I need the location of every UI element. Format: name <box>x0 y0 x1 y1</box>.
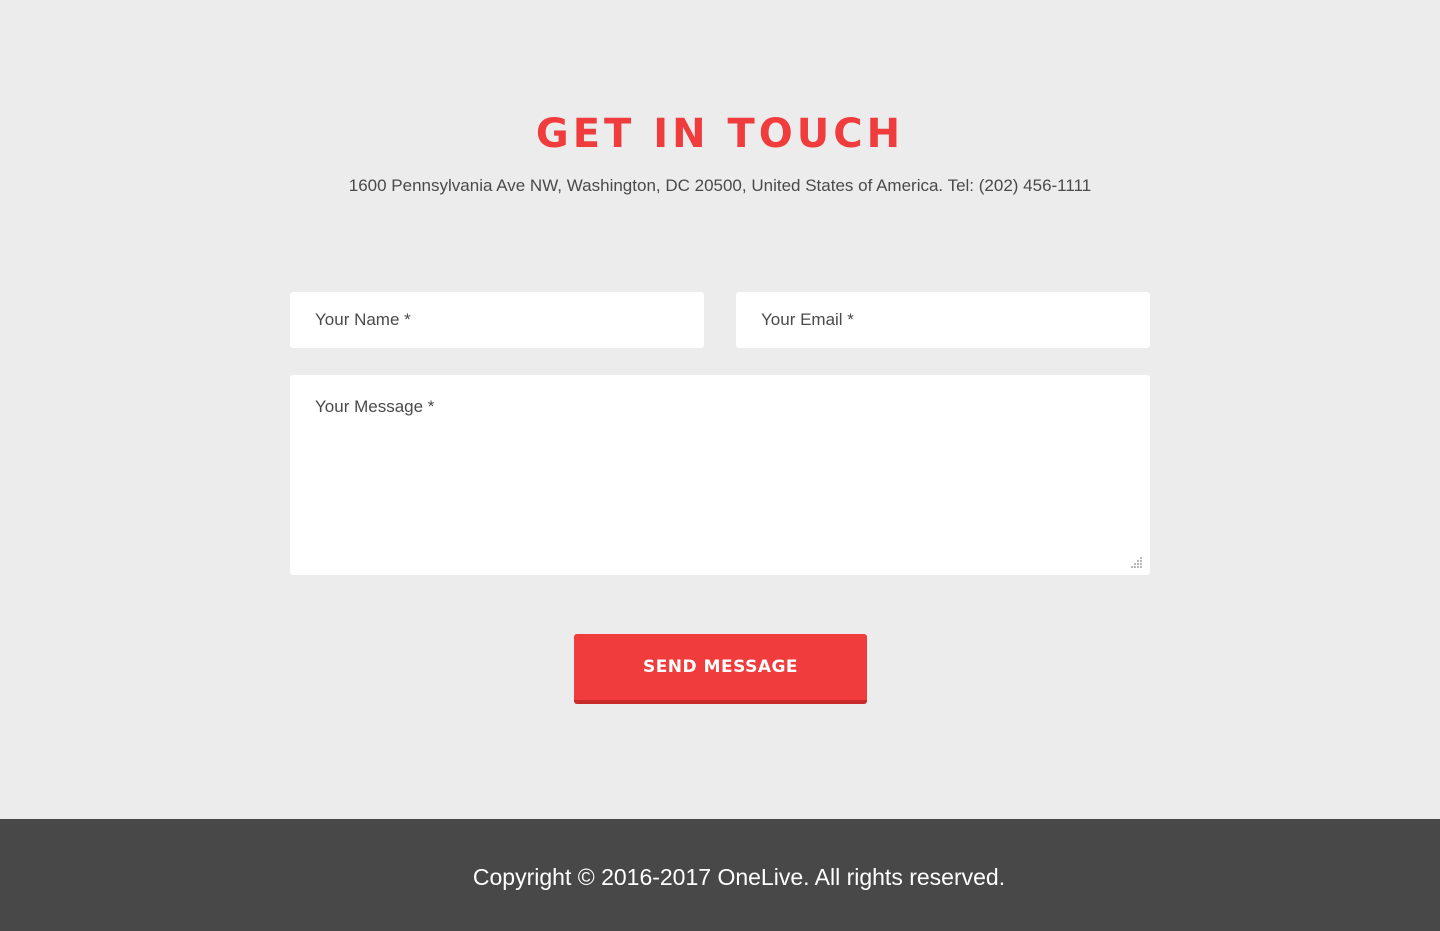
email-input[interactable] <box>736 292 1150 348</box>
contact-section: GET IN TOUCH 1600 Pennsylvania Ave NW, W… <box>0 0 1440 819</box>
footer: Copyright © 2016-2017 OneLive. All right… <box>0 819 1440 931</box>
copyright-text: Copyright © 2016-2017 OneLive. All right… <box>472 864 1006 890</box>
page-title: GET IN TOUCH <box>535 111 905 157</box>
resize-grip-icon[interactable] <box>1130 555 1144 569</box>
message-textarea[interactable] <box>290 375 1150 575</box>
address-text: 1600 Pennsylvania Ave NW, Washington, DC… <box>348 176 1092 195</box>
send-message-button[interactable]: SEND MESSAGE <box>574 634 867 704</box>
name-input[interactable] <box>290 292 704 348</box>
